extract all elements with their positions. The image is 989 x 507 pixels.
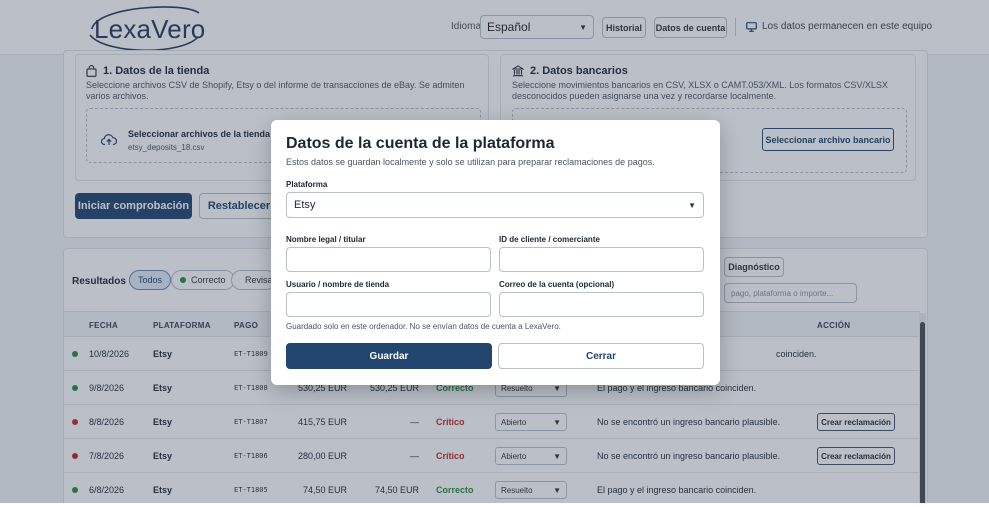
- modal-subtitle: Estos datos se guardan localmente y solo…: [286, 157, 655, 167]
- email-input[interactable]: [499, 292, 704, 317]
- bottom-edge: [0, 503, 989, 507]
- customer-id-label: ID de cliente / comerciante: [499, 235, 600, 244]
- chevron-down-icon: ▼: [688, 200, 696, 210]
- customer-id-input[interactable]: [499, 247, 704, 272]
- account-data-modal: Datos de la cuenta de la plataforma Esto…: [271, 120, 720, 385]
- platform-select[interactable]: Etsy ▼: [286, 192, 704, 218]
- legal-name-input[interactable]: [286, 247, 491, 272]
- platform-label: Plataforma: [286, 180, 328, 189]
- modal-title: Datos de la cuenta de la plataforma: [286, 135, 555, 152]
- save-button[interactable]: Guardar: [286, 343, 492, 369]
- username-input[interactable]: [286, 292, 491, 317]
- username-label: Usuario / nombre de tienda: [286, 280, 390, 289]
- legal-name-label: Nombre legal / titular: [286, 235, 366, 244]
- email-label: Correo de la cuenta (opcional): [499, 280, 615, 289]
- platform-select-value: Etsy: [294, 199, 316, 211]
- close-button[interactable]: Cerrar: [498, 343, 704, 369]
- privacy-note: Guardado solo en este ordenador. No se e…: [286, 322, 561, 331]
